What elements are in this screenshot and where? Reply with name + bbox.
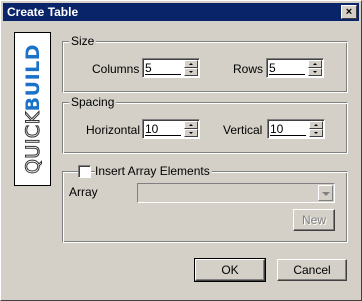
vertical-decrement-button[interactable] [309,129,323,137]
rows-underline [269,74,305,75]
columns-underline [145,74,181,75]
vertical-spinner[interactable]: 10 [267,119,325,139]
up-arrow-icon [314,124,318,126]
vertical-label: Vertical [223,123,263,137]
rows-label: Rows [233,62,264,76]
vertical-underline [270,135,306,136]
new-button[interactable]: New [293,209,335,231]
rows-spin-buttons [308,60,322,76]
create-table-dialog: Create Table × QUICKBUILD Size Columns 5… [0,0,362,301]
columns-label: Columns [92,62,140,76]
columns-increment-button[interactable] [184,60,198,68]
up-arrow-icon [189,124,193,126]
spacing-group-title: Spacing [69,95,117,109]
array-label: Array [69,185,98,199]
insert-array-checkbox[interactable] [78,165,91,178]
horizontal-increment-button[interactable] [184,121,198,129]
columns-spin-buttons [184,60,198,76]
rows-spinner[interactable]: 5 [266,58,324,78]
vertical-spin-buttons [309,121,323,137]
columns-decrement-button[interactable] [184,68,198,76]
array-group: Insert Array Elements Array New [62,164,348,243]
horizontal-underline [145,135,181,136]
columns-spinner[interactable]: 5 [142,58,200,78]
down-arrow-icon [313,71,317,73]
array-dropdown-button[interactable] [318,185,333,201]
down-arrow-icon [189,132,193,134]
logo-build: BUILD [21,43,44,112]
size-group-title: Size [69,34,97,48]
title-bar[interactable]: Create Table × [3,3,359,21]
close-icon: × [345,6,353,18]
rows-decrement-button[interactable] [308,68,322,76]
array-select[interactable] [137,183,335,203]
horizontal-label: Horizontal [86,123,141,137]
quickbuild-logo: QUICKBUILD [14,32,51,186]
size-group: Size Columns 5 Rows 5 [62,34,348,93]
down-arrow-icon [314,132,318,134]
horizontal-spinner[interactable]: 10 [142,119,200,139]
rows-increment-button[interactable] [308,60,322,68]
spacing-group: Spacing Horizontal 10 Vertical 10 [62,95,348,154]
horizontal-decrement-button[interactable] [184,129,198,137]
logo-quick: QUICK [21,111,44,175]
ok-button[interactable]: OK [194,258,266,282]
insert-array-label[interactable]: Insert Array Elements [95,164,212,178]
chevron-down-icon [322,192,330,196]
up-arrow-icon [313,63,317,65]
window-title: Create Table [7,5,79,19]
up-arrow-icon [189,63,193,65]
down-arrow-icon [189,71,193,73]
vertical-increment-button[interactable] [309,121,323,129]
cancel-button[interactable]: Cancel [277,259,347,281]
horizontal-spin-buttons [184,121,198,137]
close-button[interactable]: × [341,5,357,19]
logo-text: QUICKBUILD [21,43,44,175]
